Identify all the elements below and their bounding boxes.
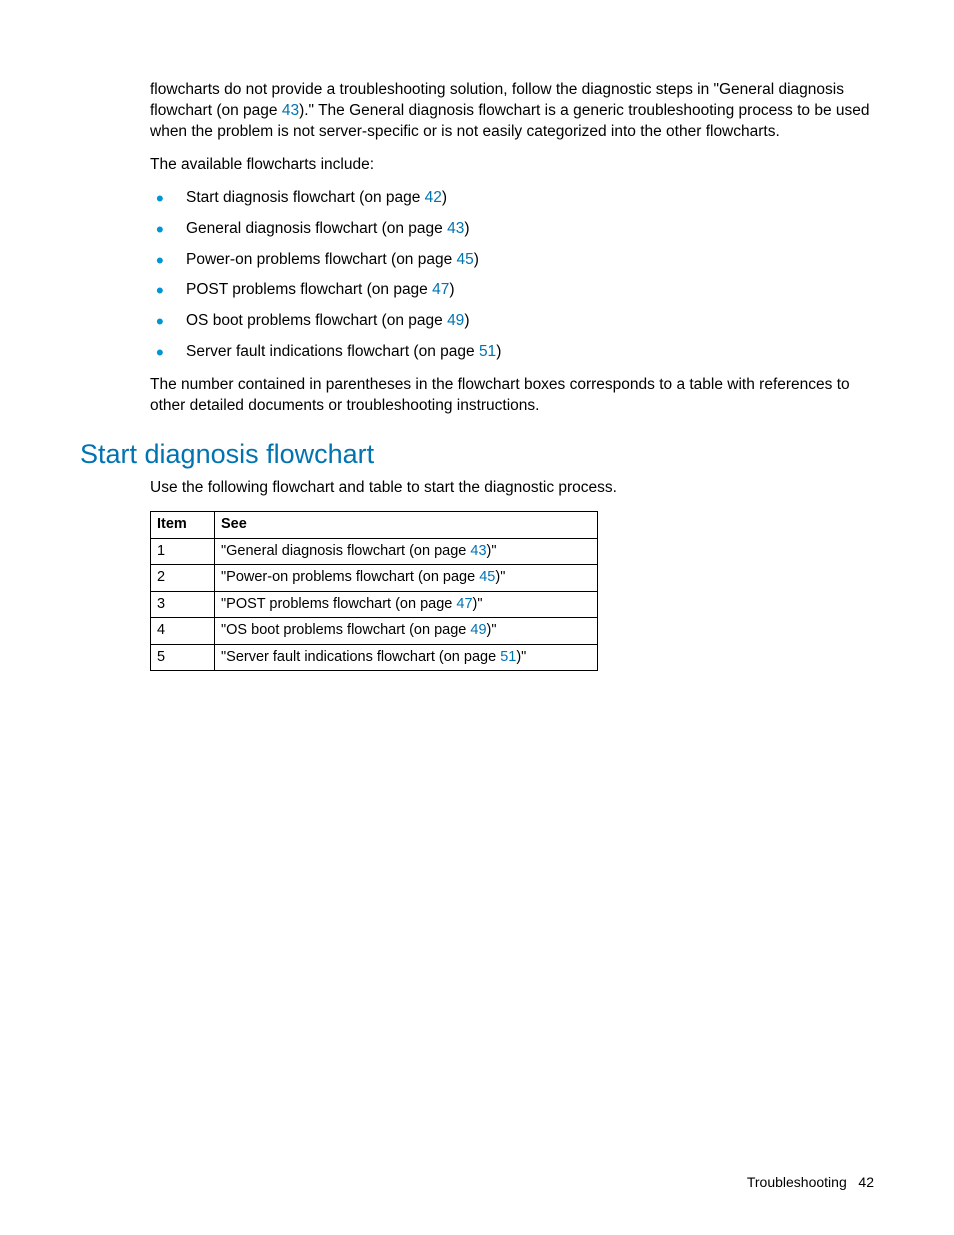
- section-lead: Use the following flowchart and table to…: [150, 478, 874, 499]
- list-text: Power-on problems flowchart (on page: [186, 251, 457, 268]
- list-after: ): [442, 189, 447, 206]
- intro-paragraph-3: The number contained in parentheses in t…: [150, 375, 874, 417]
- table-cell-item: 1: [151, 538, 215, 565]
- table-row: 3 "POST problems flowchart (on page 47)": [151, 591, 598, 618]
- table-cell-see: "Server fault indications flowchart (on …: [215, 644, 598, 671]
- cell-pre: "POST problems flowchart (on page: [221, 596, 456, 612]
- list-after: ): [474, 251, 479, 268]
- list-text: OS boot problems flowchart (on page: [186, 312, 447, 329]
- list-text: Start diagnosis flowchart (on page: [186, 189, 425, 206]
- cell-post: )": [516, 649, 526, 665]
- section-content: Use the following flowchart and table to…: [150, 478, 874, 671]
- footer-page-number: 42: [858, 1174, 874, 1190]
- table-cell-see: "Power-on problems flowchart (on page 45…: [215, 565, 598, 592]
- cell-pre: "Power-on problems flowchart (on page: [221, 569, 479, 585]
- table-cell-see: "OS boot problems flowchart (on page 49)…: [215, 618, 598, 645]
- list-after: ): [464, 220, 469, 237]
- table-row: 1 "General diagnosis flowchart (on page …: [151, 538, 598, 565]
- list-item: Start diagnosis flowchart (on page 42): [150, 188, 874, 209]
- list-text: Server fault indications flowchart (on p…: [186, 343, 479, 360]
- table-cell-item: 3: [151, 591, 215, 618]
- body-content: flowcharts do not provide a troubleshoot…: [150, 80, 874, 417]
- table-row: 4 "OS boot problems flowchart (on page 4…: [151, 618, 598, 645]
- page-link[interactable]: 43: [447, 220, 464, 237]
- cell-pre: "Server fault indications flowchart (on …: [221, 649, 500, 665]
- page-link-43[interactable]: 43: [282, 102, 299, 119]
- page-link[interactable]: 51: [479, 343, 496, 360]
- list-item: General diagnosis flowchart (on page 43): [150, 219, 874, 240]
- list-item: OS boot problems flowchart (on page 49): [150, 311, 874, 332]
- table-cell-see: "POST problems flowchart (on page 47)": [215, 591, 598, 618]
- cell-post: )": [487, 622, 497, 638]
- table-row: 5 "Server fault indications flowchart (o…: [151, 644, 598, 671]
- intro-paragraph-2: The available flowcharts include:: [150, 155, 874, 176]
- page: flowcharts do not provide a troubleshoot…: [0, 0, 954, 671]
- cell-post: )": [487, 543, 497, 559]
- reference-table: Item See 1 "General diagnosis flowchart …: [150, 511, 598, 671]
- page-link[interactable]: 42: [425, 189, 442, 206]
- intro-paragraph-1: flowcharts do not provide a troubleshoot…: [150, 80, 874, 143]
- list-after: ): [449, 281, 454, 298]
- table-cell-see: "General diagnosis flowchart (on page 43…: [215, 538, 598, 565]
- page-link[interactable]: 47: [432, 281, 449, 298]
- table-header-see: See: [215, 511, 598, 538]
- cell-pre: "General diagnosis flowchart (on page: [221, 543, 470, 559]
- page-link[interactable]: 43: [470, 543, 486, 559]
- section-heading: Start diagnosis flowchart: [80, 439, 874, 470]
- list-after: ): [464, 312, 469, 329]
- page-link[interactable]: 45: [479, 569, 495, 585]
- table-cell-item: 4: [151, 618, 215, 645]
- cell-pre: "OS boot problems flowchart (on page: [221, 622, 470, 638]
- list-text: POST problems flowchart (on page: [186, 281, 432, 298]
- table-cell-item: 5: [151, 644, 215, 671]
- list-after: ): [496, 343, 501, 360]
- cell-post: )": [495, 569, 505, 585]
- flowchart-list: Start diagnosis flowchart (on page 42) G…: [150, 188, 874, 364]
- list-item: Power-on problems flowchart (on page 45): [150, 250, 874, 271]
- page-link[interactable]: 45: [457, 251, 474, 268]
- page-link[interactable]: 49: [447, 312, 464, 329]
- list-item: Server fault indications flowchart (on p…: [150, 342, 874, 363]
- page-link[interactable]: 49: [470, 622, 486, 638]
- page-link[interactable]: 47: [456, 596, 472, 612]
- page-footer: Troubleshooting 42: [747, 1174, 874, 1190]
- table-header-row: Item See: [151, 511, 598, 538]
- page-link[interactable]: 51: [500, 649, 516, 665]
- cell-post: )": [473, 596, 483, 612]
- table-row: 2 "Power-on problems flowchart (on page …: [151, 565, 598, 592]
- table-header-item: Item: [151, 511, 215, 538]
- footer-section: Troubleshooting: [747, 1174, 847, 1190]
- table-cell-item: 2: [151, 565, 215, 592]
- list-item: POST problems flowchart (on page 47): [150, 280, 874, 301]
- list-text: General diagnosis flowchart (on page: [186, 220, 447, 237]
